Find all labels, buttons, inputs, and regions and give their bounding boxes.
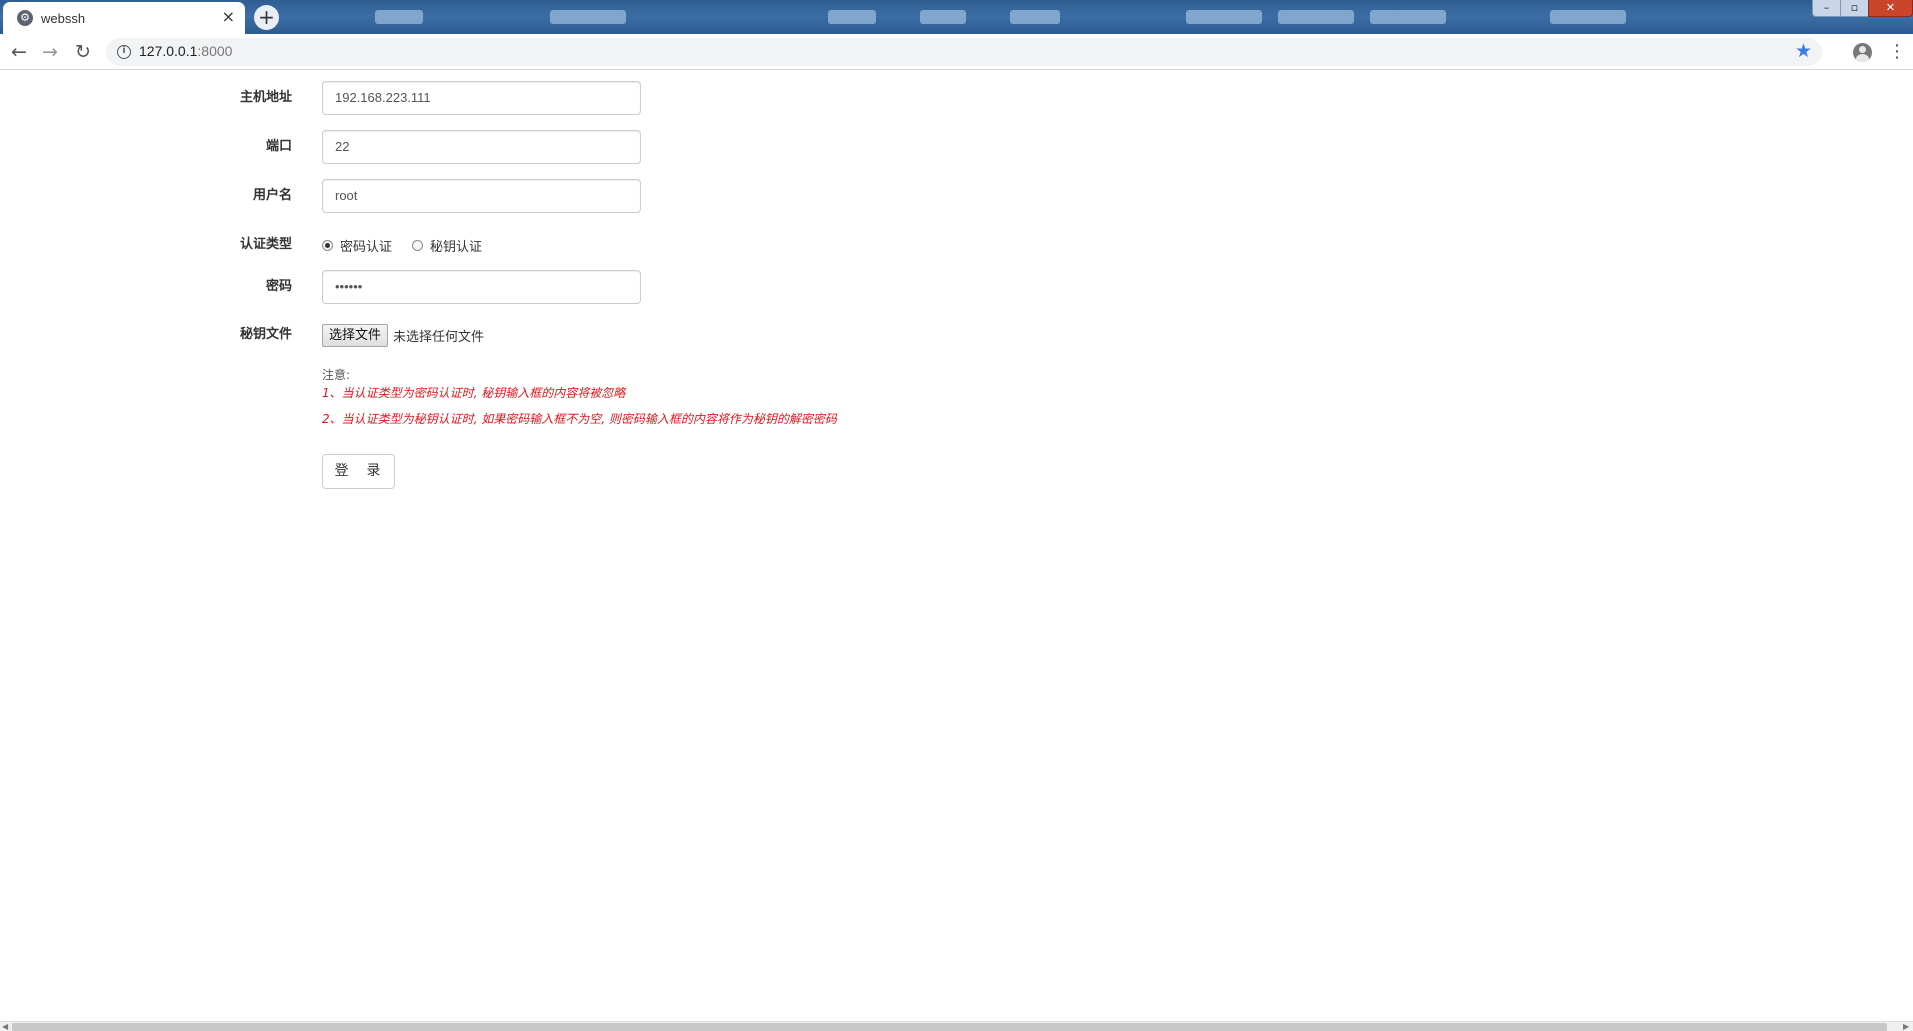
window-maximize-button[interactable]: ▫ [1840, 0, 1869, 17]
username-label: 用户名 [252, 188, 292, 203]
keyfile-row: 秘钥文件 选择文件 未选择任何文件 [0, 318, 1000, 352]
browser-toolbar: ← → ↻ i 127.0.0.1:8000 ★ ⋮ [0, 34, 1913, 70]
host-input[interactable]: 192.168.223.111 [322, 81, 641, 115]
auth-type-radio-group: 密码认证 秘钥认证 [322, 228, 502, 262]
forward-arrow-icon[interactable]: → [38, 40, 62, 64]
username-row: 用户名 root [0, 179, 1000, 213]
password-row: 密码 •••••• [0, 270, 1000, 304]
window-minimize-button[interactable]: – [1812, 0, 1841, 17]
url-text[interactable]: 127.0.0.1:8000 [139, 43, 232, 59]
new-tab-button[interactable]: + [254, 5, 279, 30]
scrollbar-thumb[interactable] [12, 1023, 1887, 1031]
window-close-button[interactable]: ✕ [1868, 0, 1913, 17]
url-host: 127.0.0.1 [139, 43, 198, 59]
host-row: 主机地址 192.168.223.111 [0, 81, 1000, 115]
password-label: 密码 [265, 279, 292, 294]
login-button[interactable]: 登 录 [322, 454, 395, 489]
notes-block: 注意: 1、当认证类型为密码认证时, 秘钥输入框的内容将被忽略 2、当认证类型为… [322, 366, 837, 428]
host-label: 主机地址 [239, 90, 292, 105]
port-label: 端口 [265, 139, 292, 154]
key-auth-radio[interactable] [412, 239, 424, 251]
webssh-favicon-icon: ⚙ [17, 10, 33, 26]
url-port: :8000 [197, 43, 233, 59]
note-item: 2、当认证类型为秘钥认证时, 如果密码输入框不为空, 则密码输入框的内容将作为秘… [322, 412, 837, 426]
browser-menu-icon[interactable]: ⋮ [1888, 40, 1906, 64]
login-page: 主机地址 192.168.223.111 端口 22 用户名 root 认证类型… [0, 71, 1913, 1021]
horizontal-scrollbar[interactable]: ◀ ▶ [0, 1021, 1913, 1031]
keyfile-picker: 选择文件 未选择任何文件 [322, 318, 484, 352]
port-input[interactable]: 22 [322, 130, 641, 164]
browser-tab-webssh[interactable]: ⚙ webssh × [3, 2, 245, 34]
key-auth-label[interactable]: 秘钥认证 [430, 236, 482, 255]
file-status-text: 未选择任何文件 [393, 329, 485, 345]
notes-heading: 注意: [322, 368, 351, 382]
username-input[interactable]: root [322, 179, 641, 213]
auth-type-label: 认证类型 [239, 237, 292, 252]
password-auth-label[interactable]: 密码认证 [340, 236, 392, 255]
keyfile-label: 秘钥文件 [239, 327, 292, 342]
site-info-icon[interactable]: i [117, 45, 131, 59]
bookmark-star-icon[interactable]: ★ [1795, 40, 1812, 62]
scroll-right-icon[interactable]: ▶ [1903, 1022, 1909, 1031]
address-bar[interactable]: i 127.0.0.1:8000 ★ [106, 38, 1822, 66]
profile-avatar-icon[interactable] [1853, 43, 1872, 62]
back-arrow-icon[interactable]: ← [7, 40, 31, 64]
scroll-left-icon[interactable]: ◀ [2, 1022, 8, 1031]
choose-file-button[interactable]: 选择文件 [322, 323, 389, 347]
password-auth-radio[interactable] [322, 239, 333, 251]
password-input[interactable]: •••••• [322, 270, 641, 304]
port-row: 端口 22 [0, 130, 1000, 164]
tab-title: webssh [41, 10, 86, 26]
reload-icon[interactable]: ↻ [71, 40, 95, 64]
tab-close-icon[interactable]: × [222, 8, 235, 26]
auth-type-row: 认证类型 密码认证 秘钥认证 [0, 228, 1000, 262]
browser-tab-strip: ⚙ webssh × + – ▫ ✕ [0, 0, 1913, 34]
note-item: 1、当认证类型为密码认证时, 秘钥输入框的内容将被忽略 [322, 386, 626, 400]
